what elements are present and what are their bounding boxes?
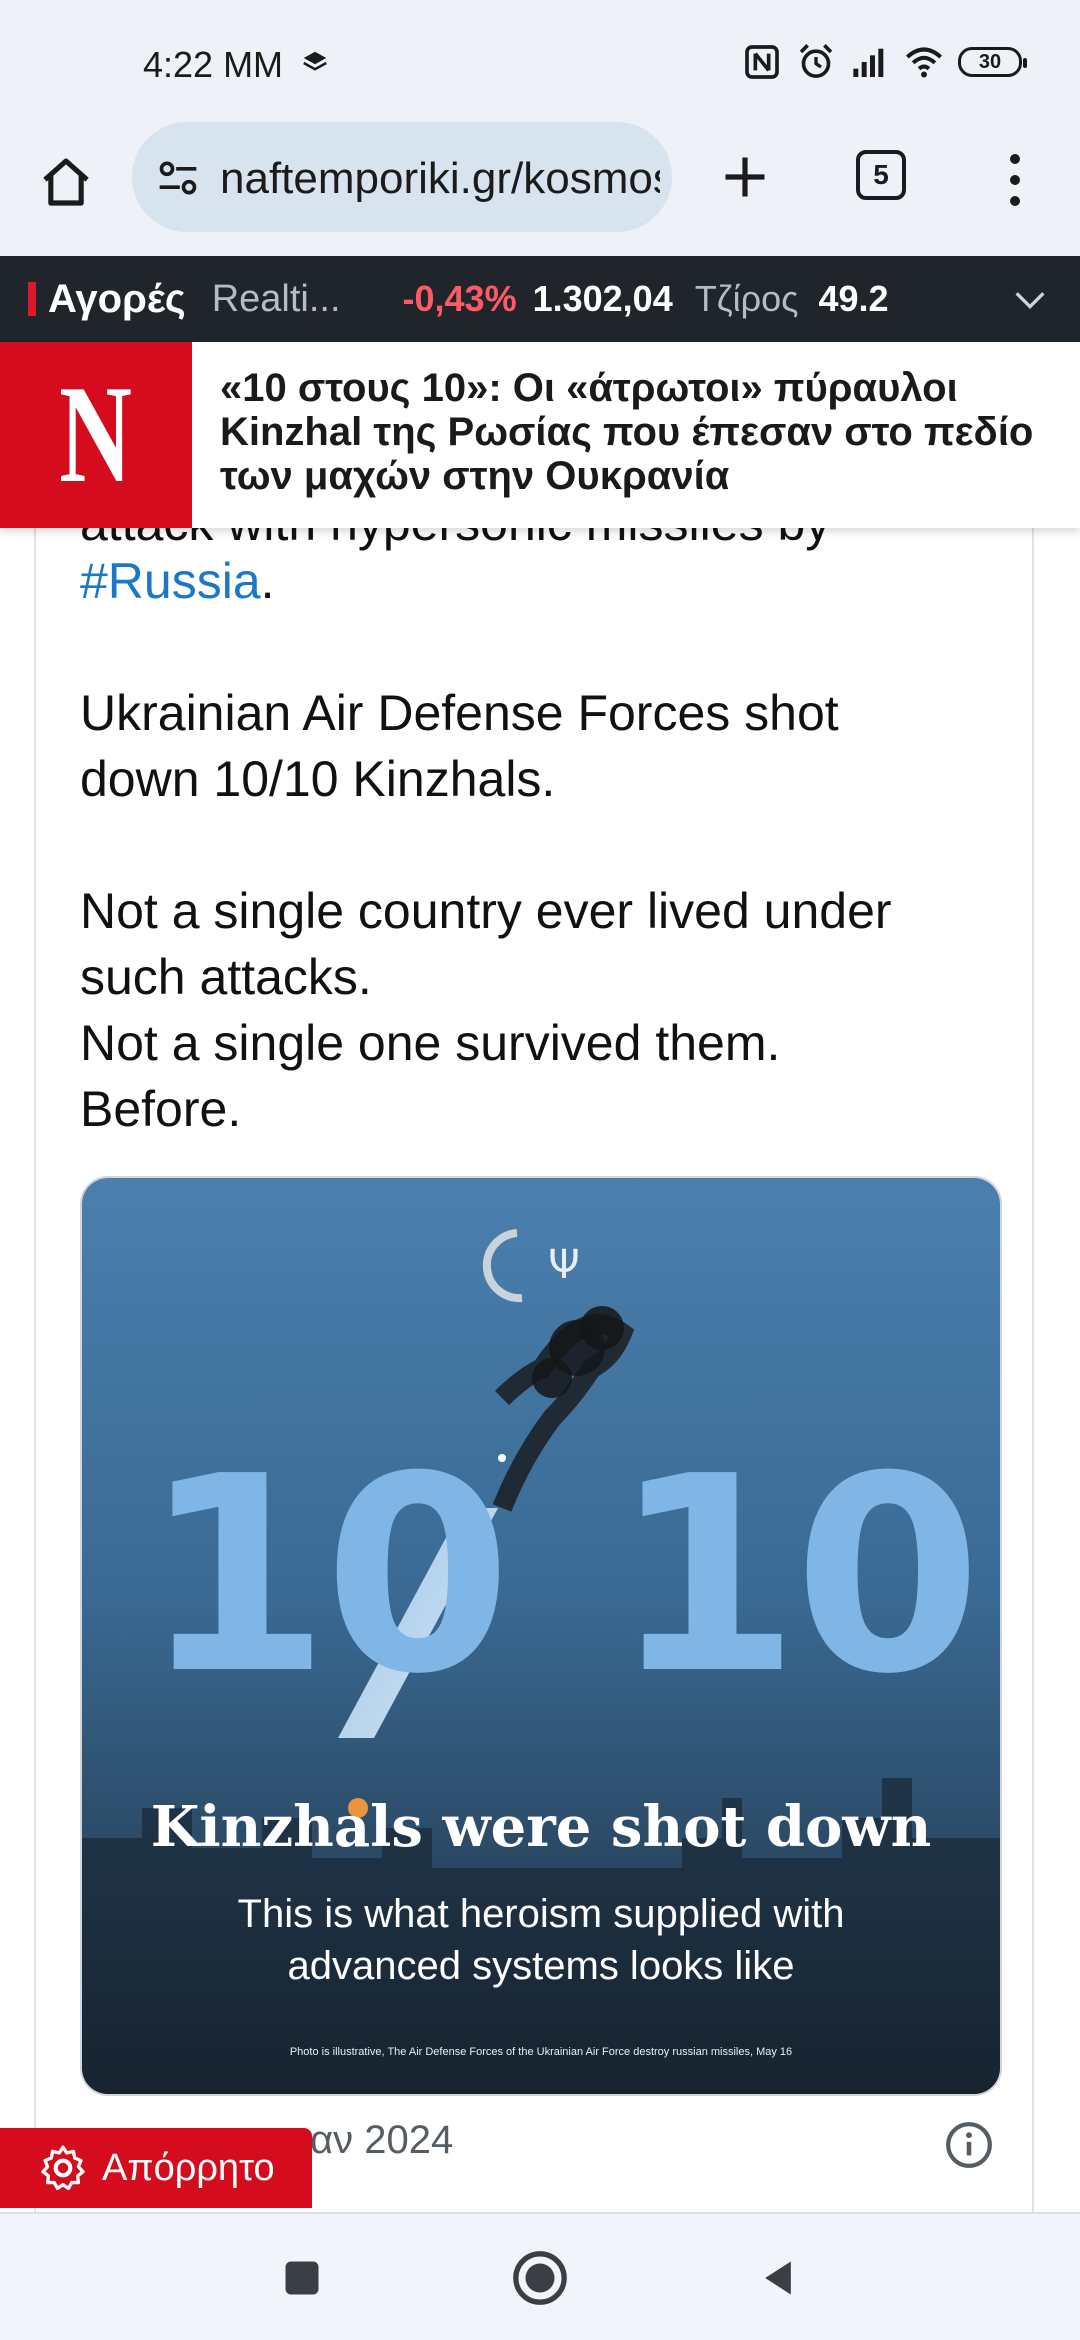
- screen: 4:22 MM 30 naftemporiki.gr/kosmos 5 Αγορ…: [0, 0, 1080, 2340]
- image-big-left: 10: [142, 1418, 512, 1733]
- tweet-line: such attacks.: [80, 949, 372, 1005]
- image-credit: Photo is illustrative, The Air Defense F…: [289, 2046, 793, 2058]
- svg-text:Ψ: Ψ: [548, 1242, 579, 1288]
- tweet-paragraph-1: #Russia.: [80, 548, 1020, 614]
- ticker-change: -0,43%: [402, 278, 517, 319]
- square-icon: [285, 2261, 319, 2295]
- privacy-button[interactable]: Απόρρητο: [0, 2128, 312, 2208]
- tweet-paragraph-2: Ukrainian Air Defense Forces shot down 1…: [80, 680, 1020, 812]
- tweet-line: Not a single one survived them.: [80, 1015, 781, 1071]
- image-big-right: 10: [612, 1418, 982, 1733]
- tweet-text: #Russia. Ukrainian Air Defense Forces sh…: [80, 548, 1020, 1142]
- plus-icon: [725, 157, 765, 197]
- back-button[interactable]: [748, 2248, 808, 2308]
- image-subtitle-line: advanced systems looks like: [287, 1944, 795, 1988]
- circle-home-icon: [513, 2251, 567, 2305]
- tweet-line: down 10/10 Kinzhals.: [80, 751, 556, 807]
- article-header: N «10 στους 10»: Οι «άτρωτοι» πύραυλοι K…: [0, 342, 1080, 528]
- ticker-title: Αγορές: [48, 276, 186, 321]
- tweet-paragraph-3: Not a single country ever lived under su…: [80, 878, 1020, 1142]
- hashtag-suffix: .: [260, 553, 275, 609]
- url-text[interactable]: naftemporiki.gr/kosmos: [220, 154, 660, 204]
- home-nav-button[interactable]: [510, 2248, 570, 2308]
- article-title: «10 στους 10»: Οι «άτρωτοι» πύραυλοι Kin…: [220, 366, 1034, 498]
- ticker-subtitle: Realti...: [211, 277, 341, 320]
- image-subtitle-line: This is what heroism supplied with: [237, 1892, 845, 1936]
- back-triangle-icon: [765, 2261, 791, 2295]
- layers-icon: [303, 51, 327, 71]
- home-button[interactable]: [30, 146, 102, 218]
- ticker-turnover-label: Τζίρος: [694, 278, 799, 319]
- ticker-value: 1.302,04: [532, 278, 673, 319]
- privacy-label: Απόρρητο: [102, 2146, 275, 2189]
- gear-icon: [41, 2145, 85, 2191]
- new-tab-button[interactable]: [710, 142, 780, 212]
- recents-button[interactable]: [272, 2248, 332, 2308]
- tab-switcher-button[interactable]: 5: [856, 150, 906, 200]
- alarm-icon: [799, 44, 833, 78]
- ticker-accent: [28, 282, 36, 316]
- battery-indicator: 30: [958, 47, 1027, 77]
- status-time: 4:22 MM: [143, 44, 284, 85]
- status-icons: 30: [742, 40, 1027, 84]
- info-icon[interactable]: [944, 2120, 994, 2170]
- tweet-image[interactable]: Ψ 10 10 Kinzhals were shot down This is …: [80, 1176, 1002, 2096]
- brand-letter: N: [59, 357, 133, 512]
- tweet-line: Before.: [80, 1081, 242, 1137]
- address-bar[interactable]: naftemporiki.gr/kosmos: [132, 122, 672, 232]
- image-heading: Kinzhals were shot down: [150, 1794, 932, 1860]
- browser-toolbar: naftemporiki.gr/kosmos 5: [0, 120, 1080, 256]
- markets-ticker[interactable]: Αγορές Realti... -0,43% 1.302,04 Τζίρος …: [0, 256, 1080, 342]
- status-bar: 4:22 MM 30: [0, 0, 1080, 120]
- tweet-line: Not a single country ever lived under: [80, 883, 892, 939]
- hashtag-link[interactable]: #Russia: [80, 553, 261, 609]
- nfc-icon: [745, 45, 779, 79]
- site-settings-icon[interactable]: [156, 156, 200, 200]
- ticker-turnover: 49.2: [818, 278, 889, 319]
- signal-icon: [853, 48, 884, 77]
- tweet-date[interactable]: αν 2024: [310, 2118, 453, 2163]
- home-icon: [43, 158, 89, 206]
- more-vert-icon[interactable]: [990, 150, 1040, 210]
- brand-logo[interactable]: N: [0, 342, 192, 528]
- chevron-down-icon[interactable]: [1010, 280, 1050, 320]
- system-nav-bar: [0, 2212, 1080, 2340]
- image-subtitle: This is what heroism supplied with advan…: [82, 1888, 1000, 1992]
- wifi-icon: [905, 47, 943, 78]
- tweet-line: Ukrainian Air Defense Forces shot: [80, 685, 839, 741]
